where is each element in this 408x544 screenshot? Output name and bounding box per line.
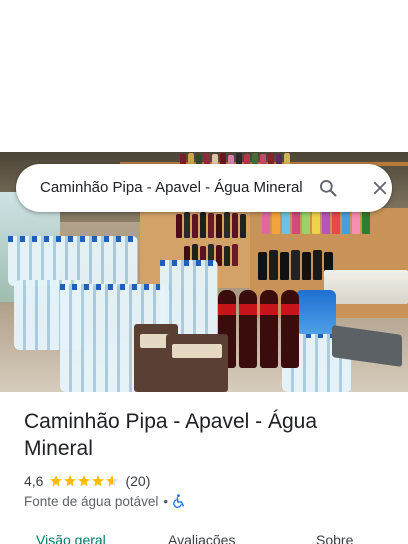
star-icon: [64, 475, 77, 487]
star-icon: [50, 475, 63, 487]
place-title: Caminhão Pipa - Apavel - Água Mineral: [24, 410, 318, 460]
place-category: Fonte de água potável: [24, 493, 159, 509]
photo-blue-jugs: [296, 290, 336, 334]
star-icon: [106, 475, 119, 487]
star-icon: [78, 475, 91, 487]
review-count[interactable]: (20): [125, 473, 150, 489]
tab-overview[interactable]: Visão geral: [36, 532, 106, 544]
photo-box: [166, 334, 228, 392]
wheelchair-icon: [173, 494, 187, 508]
tab-reviews[interactable]: Avaliações: [168, 532, 235, 544]
photo-soda-bottles: [218, 290, 299, 368]
tab-about[interactable]: Sobre: [316, 532, 353, 544]
category-row: Fonte de água potável •: [24, 492, 187, 510]
rating-row: 4,6 (20): [24, 471, 150, 491]
place-panel: Caminhão Pipa - Apavel - Água Mineral Ca…: [0, 0, 408, 544]
search-input[interactable]: Caminhão Pipa - Apavel - Água Mineral: [40, 164, 303, 212]
photo-bottles: [180, 152, 290, 164]
rating-value: 4,6: [24, 473, 44, 489]
photo-paper-stack: [324, 270, 408, 304]
separator-dot: •: [163, 493, 169, 509]
photo-dark-bottles: [258, 250, 333, 280]
search-bar[interactable]: Caminhão Pipa - Apavel - Água Mineral: [16, 164, 392, 212]
rating-stars: [49, 474, 119, 488]
place-tabs: Visão geral Avaliações Sobre: [0, 526, 408, 544]
close-icon[interactable]: [368, 176, 392, 200]
search-icon[interactable]: [316, 176, 340, 200]
photo-water-pile: [8, 236, 138, 286]
photo-wine-bottles: [176, 212, 246, 238]
star-icon: [92, 475, 105, 487]
